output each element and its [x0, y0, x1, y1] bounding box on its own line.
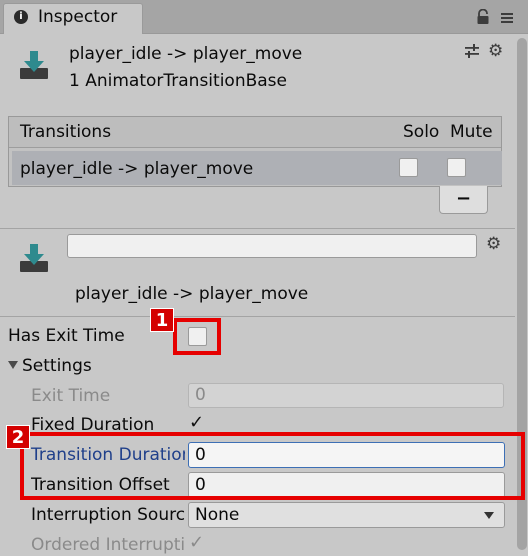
menu-icon[interactable]	[500, 10, 514, 24]
lock-icon[interactable]	[476, 8, 490, 25]
transition-detail-title: player_idle -> player_move	[75, 284, 309, 304]
transition-icon	[17, 48, 51, 82]
gear-icon[interactable]: ⚙	[486, 236, 502, 253]
mute-checkbox[interactable]	[447, 158, 466, 177]
transitions-header-label: Transitions	[20, 122, 112, 142]
exit-time-field: 0	[188, 383, 504, 408]
tab-title: Inspector	[38, 7, 118, 27]
preset-icon[interactable]	[464, 43, 480, 59]
divider	[0, 316, 515, 317]
gear-icon[interactable]: ⚙	[488, 43, 504, 60]
settings-foldout-label[interactable]: Settings	[22, 356, 92, 376]
annotation-badge-1: 1	[150, 308, 174, 332]
interruption-source-dropdown[interactable]: None	[188, 502, 505, 528]
fixed-duration-checkbox[interactable]: ✓	[189, 412, 207, 433]
annotation-box-2	[20, 432, 525, 500]
annotation-badge-2: 2	[6, 425, 30, 449]
transition-icon	[17, 241, 51, 275]
transition-subtitle: 1 AnimatorTransitionBase	[69, 71, 287, 91]
ordered-interruption-label: Ordered Interruption	[31, 535, 185, 555]
mute-header: Mute	[450, 122, 493, 142]
transition-title: player_idle -> player_move	[69, 44, 303, 64]
settings-foldout-arrow-icon[interactable]	[8, 361, 18, 369]
divider	[0, 228, 515, 229]
dropdown-arrow-icon	[484, 512, 494, 519]
annotation-box-1	[173, 318, 221, 355]
solo-header: Solo	[403, 122, 440, 142]
transition-name-input[interactable]	[67, 234, 477, 258]
info-icon: i	[14, 10, 28, 24]
remove-transition-button[interactable]: −	[439, 186, 488, 214]
has-exit-time-label: Has Exit Time	[8, 326, 125, 346]
solo-checkbox[interactable]	[399, 158, 418, 177]
interruption-source-label: Interruption Source	[31, 505, 185, 525]
ordered-interruption-checkbox: ✓	[189, 532, 205, 553]
exit-time-label: Exit Time	[31, 386, 111, 406]
transition-row-label: player_idle -> player_move	[20, 159, 254, 179]
